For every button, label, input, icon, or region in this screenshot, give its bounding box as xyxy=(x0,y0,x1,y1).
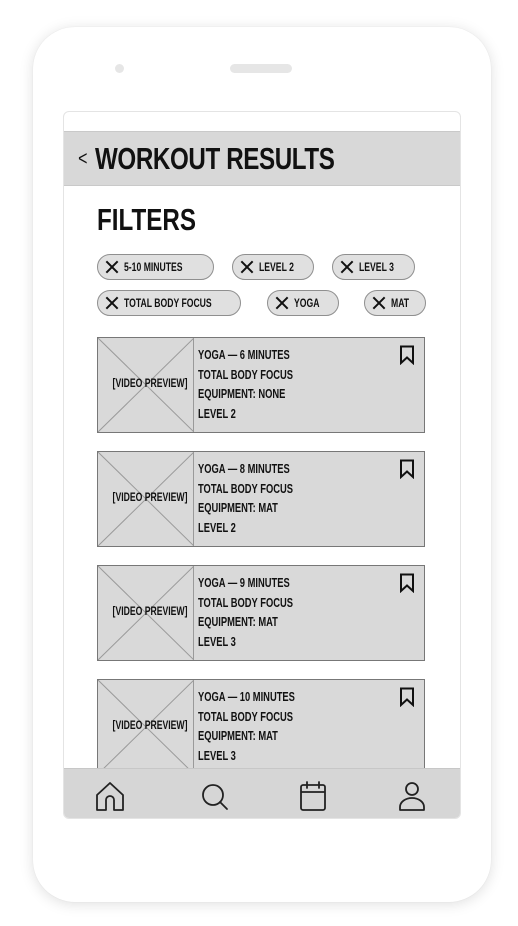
workout-type-duration: YOGA — 9 MINUTES xyxy=(198,575,290,590)
phone-frame: < WORKOUT RESULTS FILTERS 5-10 MINUTES L… xyxy=(33,27,491,902)
workout-level: LEVEL 3 xyxy=(198,633,236,649)
search-icon[interactable] xyxy=(197,780,233,812)
workout-result-card[interactable]: [VIDEO PREVIEW] YOGA — 10 MINUTES TOTAL … xyxy=(97,679,425,775)
filter-chip-yoga[interactable]: YOGA xyxy=(267,290,339,316)
filter-chip-label: MAT xyxy=(391,296,410,310)
page-title: WORKOUT RESULTS xyxy=(94,140,335,176)
video-preview[interactable]: [VIDEO PREVIEW] xyxy=(98,452,194,546)
workout-level: LEVEL 2 xyxy=(198,519,236,535)
workout-info: YOGA — 6 MINUTES TOTAL BODY FOCUS EQUIPM… xyxy=(198,345,330,423)
filter-chip-label: LEVEL 2 xyxy=(259,260,294,274)
workout-level: LEVEL 3 xyxy=(198,747,236,763)
video-preview-label: [VIDEO PREVIEW] xyxy=(112,490,188,504)
profile-icon[interactable] xyxy=(394,780,430,812)
filter-chip-label: 5-10 MINUTES xyxy=(124,260,183,274)
bookmark-icon[interactable] xyxy=(399,459,415,479)
workout-equipment: EQUIPMENT: NONE xyxy=(198,386,286,401)
workout-info: YOGA — 9 MINUTES TOTAL BODY FOCUS EQUIPM… xyxy=(198,573,330,651)
remove-filter-icon[interactable] xyxy=(240,260,254,274)
home-icon[interactable] xyxy=(92,780,128,812)
bookmark-icon[interactable] xyxy=(399,573,415,593)
workout-focus: TOTAL BODY FOCUS xyxy=(198,594,293,610)
video-preview[interactable]: [VIDEO PREVIEW] xyxy=(98,680,194,774)
workout-equipment: EQUIPMENT: MAT xyxy=(198,500,278,515)
workout-equipment: EQUIPMENT: MAT xyxy=(198,728,278,743)
video-preview-label: [VIDEO PREVIEW] xyxy=(112,376,188,390)
remove-filter-icon[interactable] xyxy=(372,296,386,310)
workout-focus: TOTAL BODY FOCUS xyxy=(198,366,293,382)
bookmark-icon[interactable] xyxy=(399,345,415,365)
filter-chip-label: LEVEL 3 xyxy=(359,260,394,274)
filter-chip-mat[interactable]: MAT xyxy=(364,290,426,316)
remove-filter-icon[interactable] xyxy=(105,260,119,274)
filter-chip-level-2[interactable]: LEVEL 2 xyxy=(232,254,314,280)
filter-chip-level-3[interactable]: LEVEL 3 xyxy=(332,254,415,280)
workout-result-card[interactable]: [VIDEO PREVIEW] YOGA — 9 MINUTES TOTAL B… xyxy=(97,565,425,661)
header-bar: < WORKOUT RESULTS xyxy=(64,131,460,186)
remove-filter-icon[interactable] xyxy=(105,296,119,310)
remove-filter-icon[interactable] xyxy=(340,260,354,274)
video-preview-label: [VIDEO PREVIEW] xyxy=(112,604,188,618)
filter-chip-5-10-minutes[interactable]: 5-10 MINUTES xyxy=(97,254,214,280)
video-preview[interactable]: [VIDEO PREVIEW] xyxy=(98,338,194,432)
app-screen: < WORKOUT RESULTS FILTERS 5-10 MINUTES L… xyxy=(63,111,461,819)
workout-type-duration: YOGA — 8 MINUTES xyxy=(198,461,290,476)
workout-info: YOGA — 8 MINUTES TOTAL BODY FOCUS EQUIPM… xyxy=(198,459,330,537)
workout-focus: TOTAL BODY FOCUS xyxy=(198,708,293,724)
workout-level: LEVEL 2 xyxy=(198,405,236,421)
workout-equipment: EQUIPMENT: MAT xyxy=(198,614,278,629)
video-preview-label: [VIDEO PREVIEW] xyxy=(112,718,188,732)
workout-result-card[interactable]: [VIDEO PREVIEW] YOGA — 8 MINUTES TOTAL B… xyxy=(97,451,425,547)
workout-focus: TOTAL BODY FOCUS xyxy=(198,480,293,496)
camera-dot xyxy=(115,64,124,73)
filter-chip-label: TOTAL BODY FOCUS xyxy=(124,296,212,310)
bookmark-icon[interactable] xyxy=(399,687,415,707)
workout-info: YOGA — 10 MINUTES TOTAL BODY FOCUS EQUIP… xyxy=(198,687,333,765)
filters-heading: FILTERS xyxy=(97,202,196,237)
filter-chip-total-body-focus[interactable]: TOTAL BODY FOCUS xyxy=(97,290,241,316)
video-preview[interactable]: [VIDEO PREVIEW] xyxy=(98,566,194,660)
workout-type-duration: YOGA — 6 MINUTES xyxy=(198,347,290,362)
workout-result-card[interactable]: [VIDEO PREVIEW] YOGA — 6 MINUTES TOTAL B… xyxy=(97,337,425,433)
calendar-icon[interactable] xyxy=(295,780,331,812)
filter-chip-label: YOGA xyxy=(294,296,320,310)
remove-filter-icon[interactable] xyxy=(275,296,289,310)
speaker-slot xyxy=(230,64,292,73)
bottom-nav xyxy=(64,768,460,818)
workout-type-duration: YOGA — 10 MINUTES xyxy=(198,689,295,704)
back-button[interactable]: < xyxy=(78,149,87,169)
